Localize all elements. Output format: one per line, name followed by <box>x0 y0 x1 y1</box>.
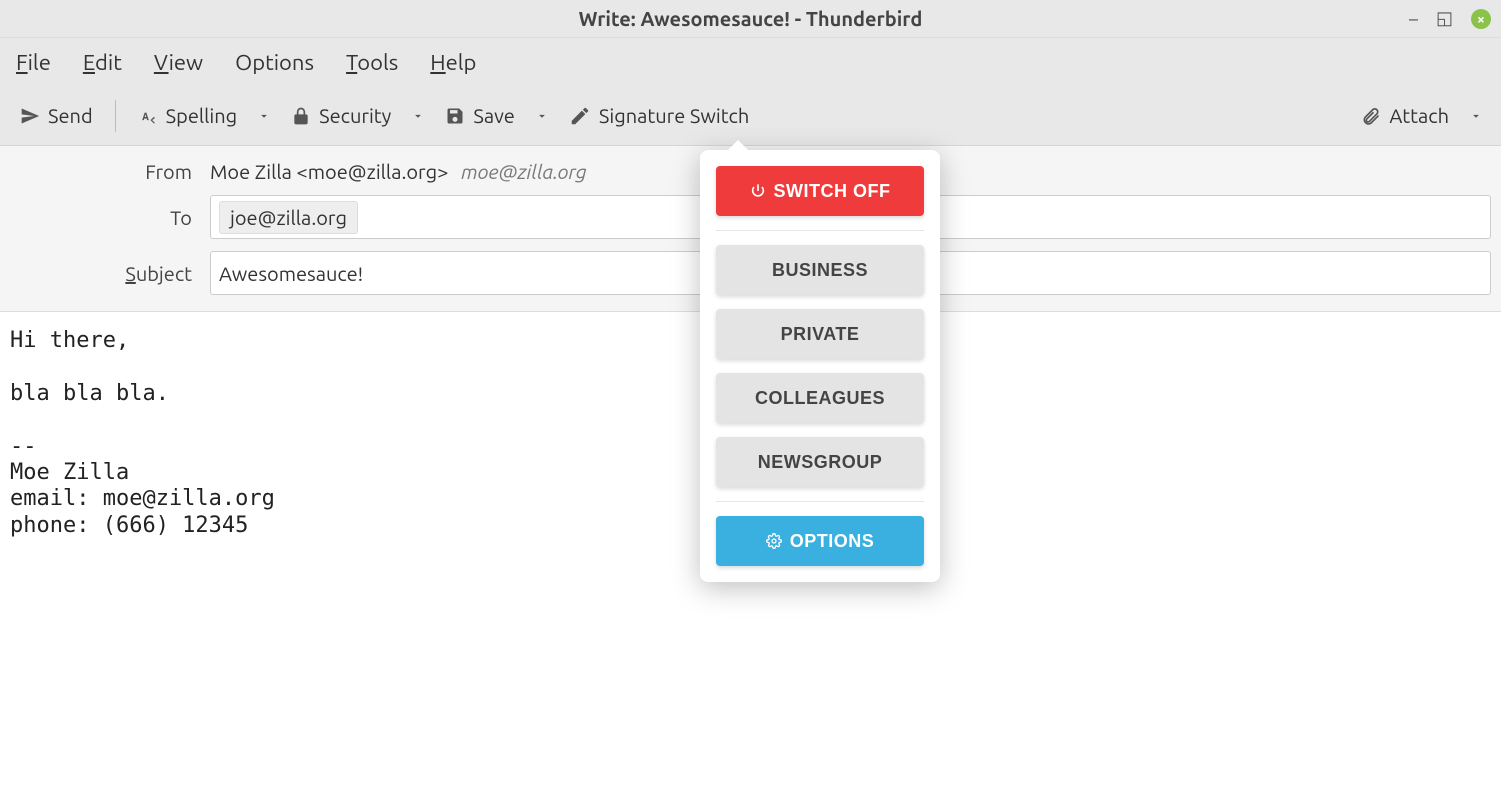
save-dropdown[interactable] <box>531 109 553 123</box>
spelling-label: Spelling <box>166 104 237 127</box>
attach-label: Attach <box>1389 104 1449 127</box>
chevron-down-icon <box>257 109 271 123</box>
signature-switch-label: Signature Switch <box>599 104 749 127</box>
menu-help[interactable]: Help <box>430 50 476 75</box>
lock-icon <box>291 106 311 126</box>
window-controls: – ◱ × <box>1409 0 1491 37</box>
menubar: File Edit View Options Tools Help <box>0 38 1501 86</box>
security-label: Security <box>319 104 391 127</box>
chevron-down-icon <box>535 109 549 123</box>
spelling-button[interactable]: Spelling <box>132 100 243 131</box>
menu-tools[interactable]: Tools <box>346 50 398 75</box>
options-button[interactable]: OPTIONS <box>716 516 924 566</box>
from-account: moe@zilla.org <box>461 160 587 183</box>
save-icon <box>445 106 465 126</box>
send-label: Send <box>48 104 93 127</box>
spelling-icon <box>138 106 158 126</box>
attach-dropdown[interactable] <box>1465 109 1487 123</box>
signature-icon <box>569 105 591 127</box>
send-button[interactable]: Send <box>14 100 99 131</box>
signature-option-colleagues[interactable]: COLLEAGUES <box>716 373 924 423</box>
spelling-dropdown[interactable] <box>253 109 275 123</box>
popup-divider <box>716 230 924 231</box>
popup-divider <box>716 501 924 502</box>
chevron-down-icon <box>1469 109 1483 123</box>
signature-option-newsgroup[interactable]: NEWSGROUP <box>716 437 924 487</box>
maximize-button[interactable]: ◱ <box>1436 8 1453 29</box>
paperclip-icon <box>1361 105 1381 127</box>
separator <box>115 100 116 132</box>
menu-edit[interactable]: Edit <box>83 50 122 75</box>
recipient-chip[interactable]: joe@zilla.org <box>219 201 358 234</box>
from-value[interactable]: Moe Zilla <moe@zilla.org> moe@zilla.org <box>210 160 587 183</box>
to-label: To <box>10 206 210 229</box>
from-label: From <box>10 160 210 183</box>
signature-switch-button[interactable]: Signature Switch <box>563 100 755 131</box>
security-button[interactable]: Security <box>285 100 397 131</box>
switch-off-label: SWITCH OFF <box>774 181 891 202</box>
chevron-down-icon <box>411 109 425 123</box>
attach-button[interactable]: Attach <box>1355 100 1455 131</box>
titlebar: Write: Awesomesauce! - Thunderbird – ◱ × <box>0 0 1501 38</box>
save-label: Save <box>473 104 515 127</box>
security-dropdown[interactable] <box>407 109 429 123</box>
toolbar: Send Spelling Security Save Signature Sw… <box>0 86 1501 146</box>
send-icon <box>20 106 40 126</box>
menu-view[interactable]: View <box>154 50 203 75</box>
subject-label: Subject <box>10 262 210 285</box>
window-title: Write: Awesomesauce! - Thunderbird <box>579 7 923 30</box>
power-icon <box>750 183 766 199</box>
gear-icon <box>766 533 782 549</box>
save-button[interactable]: Save <box>439 100 521 131</box>
menu-file[interactable]: File <box>16 50 51 75</box>
switch-off-button[interactable]: SWITCH OFF <box>716 166 924 216</box>
options-label: OPTIONS <box>790 531 875 552</box>
close-button[interactable]: × <box>1471 9 1491 29</box>
from-identity: Moe Zilla <moe@zilla.org> <box>210 160 448 183</box>
minimize-button[interactable]: – <box>1409 9 1418 29</box>
signature-option-business[interactable]: BUSINESS <box>716 245 924 295</box>
subject-value: Awesomesauce! <box>219 262 363 285</box>
signature-switch-popup: SWITCH OFF BUSINESS PRIVATE COLLEAGUES N… <box>700 150 940 582</box>
menu-options[interactable]: Options <box>235 50 314 75</box>
signature-option-private[interactable]: PRIVATE <box>716 309 924 359</box>
